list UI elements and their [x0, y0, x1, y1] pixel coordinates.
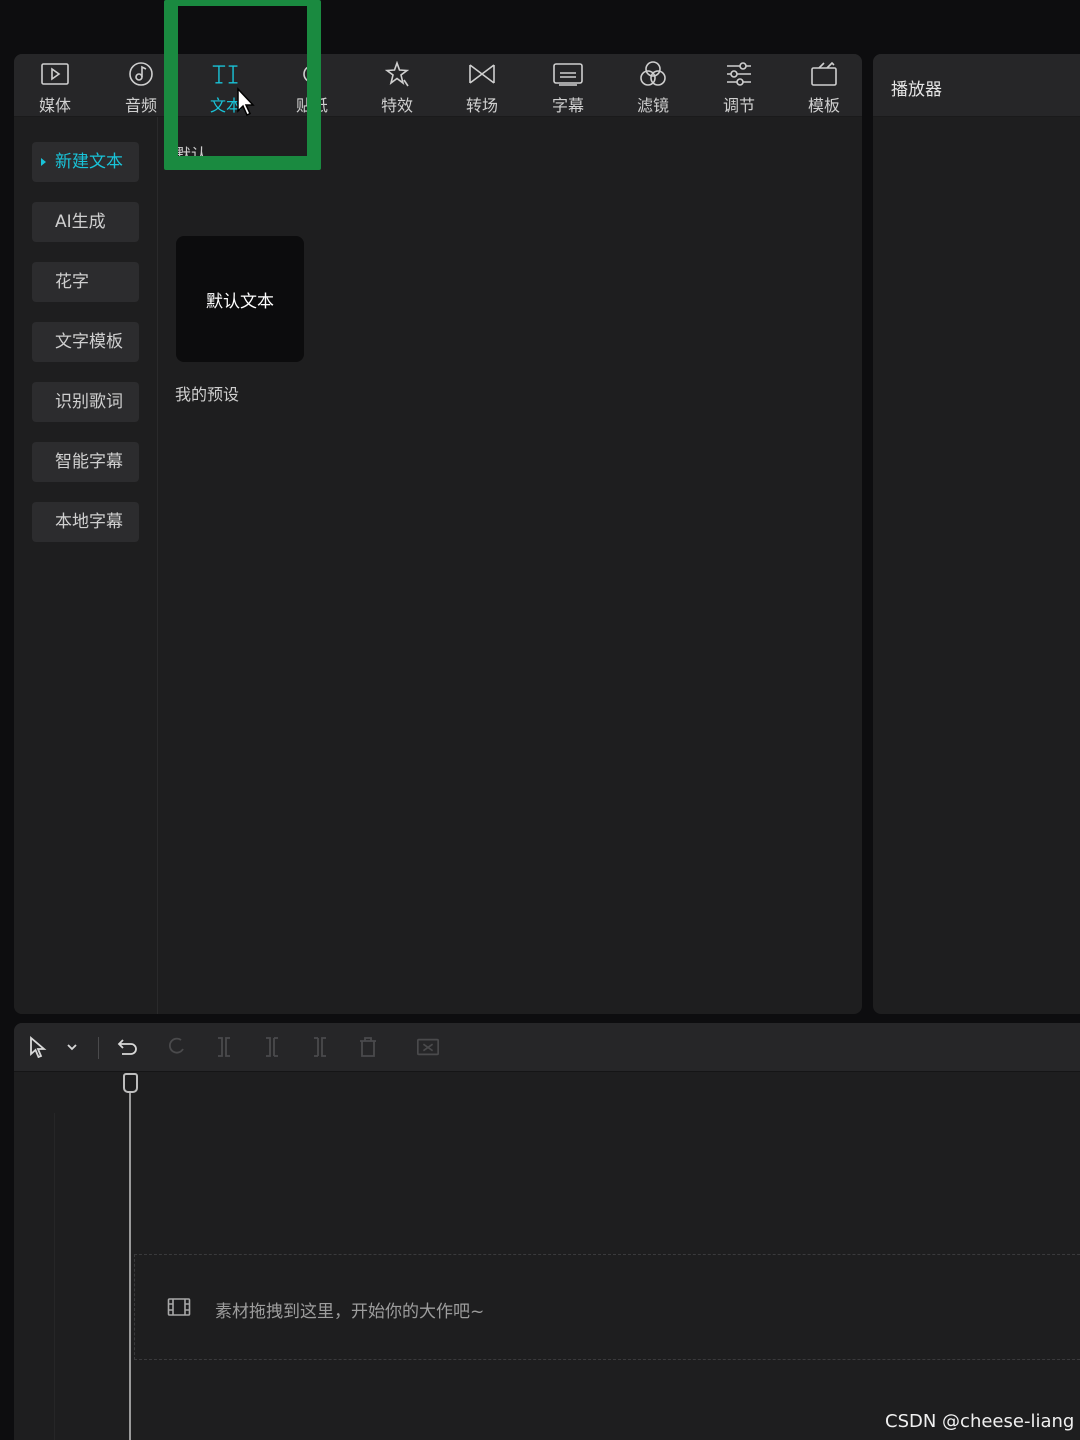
- chevron-down-icon: [67, 1044, 77, 1051]
- tab-subtitle[interactable]: 字幕: [533, 54, 603, 116]
- playhead-handle[interactable]: [123, 1073, 138, 1093]
- subnav-smart-subtitle[interactable]: 智能字幕: [32, 442, 139, 482]
- select-tool-button[interactable]: [26, 1035, 50, 1059]
- highlight-annotation-box: [164, 0, 321, 170]
- transition-bowtie-icon: [467, 60, 497, 88]
- effects-star-icon: [382, 60, 412, 88]
- subnav-local-subtitle-label: 本地字幕: [55, 512, 123, 532]
- pointer-arrow-icon: [30, 1036, 47, 1058]
- split-left-button[interactable]: [260, 1035, 284, 1059]
- mouse-cursor-icon: [236, 87, 256, 121]
- drop-hint-text: 素材拖拽到这里，开始你的大作吧~: [215, 1302, 485, 1322]
- subnav-fancy-text-label: 花字: [55, 272, 89, 292]
- tab-effects-label: 特效: [380, 96, 413, 115]
- adjust-sliders-icon: [724, 60, 754, 88]
- subnav-smart-subtitle-label: 智能字幕: [55, 452, 123, 472]
- resource-toolbar: 媒体 音频 文本 贴纸 特效 转场 字幕 滤镜 调节 模板: [14, 54, 862, 117]
- subnav-recognize-lyrics-label: 识别歌词: [55, 392, 123, 412]
- subnav-new-text-label: 新建文本: [55, 152, 123, 172]
- subnav-ai-generate-label: AI生成: [55, 212, 106, 232]
- split-right-button[interactable]: [308, 1035, 332, 1059]
- my-presets-label: 我的预设: [175, 385, 240, 404]
- split-icon: [218, 1037, 230, 1057]
- tab-filter[interactable]: 滤镜: [618, 54, 688, 116]
- player-title: 播放器: [891, 80, 942, 100]
- timeline-panel: 素材拖拽到这里，开始你的大作吧~: [14, 1023, 1080, 1440]
- subnav-new-text[interactable]: 新建文本: [32, 142, 139, 182]
- redo-icon: [168, 1037, 184, 1054]
- film-strip-icon: [167, 1297, 191, 1321]
- split-button[interactable]: [212, 1035, 236, 1059]
- text-subnav: 新建文本 AI生成 花字 文字模板 识别歌词 智能字幕 本地字幕: [14, 117, 158, 1014]
- delete-button[interactable]: [356, 1035, 380, 1059]
- tab-template-label: 模板: [807, 96, 840, 115]
- playhead-line[interactable]: [129, 1083, 131, 1440]
- subnav-recognize-lyrics[interactable]: 识别歌词: [32, 382, 139, 422]
- caret-right-icon: [41, 158, 46, 166]
- subnav-text-template[interactable]: 文字模板: [32, 322, 139, 362]
- template-icon: [809, 60, 839, 88]
- media-play-icon: [40, 60, 70, 88]
- select-tool-dropdown[interactable]: [60, 1035, 84, 1059]
- tab-media-label: 媒体: [38, 96, 71, 115]
- player-panel: 播放器: [873, 54, 1080, 1014]
- resource-panel: 媒体 音频 文本 贴纸 特效 转场 字幕 滤镜 调节 模板 新建文本 AI生成 …: [14, 54, 862, 1014]
- tab-transition[interactable]: 转场: [447, 54, 517, 116]
- trash-icon: [360, 1037, 376, 1057]
- top-bar: [0, 0, 1080, 54]
- timeline-drop-zone[interactable]: 素材拖拽到这里，开始你的大作吧~: [134, 1254, 1080, 1360]
- tab-subtitle-label: 字幕: [551, 96, 584, 115]
- subtitle-icon: [553, 60, 583, 88]
- timeline-toolbar: [14, 1023, 1080, 1072]
- tab-media[interactable]: 媒体: [20, 54, 90, 116]
- player-header: 播放器: [873, 54, 1080, 117]
- freeze-frame-icon: [417, 1038, 439, 1056]
- split-left-icon: [266, 1037, 278, 1057]
- undo-icon: [117, 1039, 137, 1055]
- tab-effects[interactable]: 特效: [362, 54, 432, 116]
- tab-adjust[interactable]: 调节: [704, 54, 774, 116]
- subnav-text-template-label: 文字模板: [55, 332, 123, 352]
- default-text-card-label: 默认文本: [206, 291, 274, 312]
- undo-button[interactable]: [116, 1035, 140, 1059]
- tab-adjust-label: 调节: [722, 96, 755, 115]
- track-header-edge: [54, 1113, 55, 1440]
- tab-filter-label: 滤镜: [636, 96, 669, 115]
- toolbar-divider: [98, 1037, 99, 1059]
- subnav-ai-generate[interactable]: AI生成: [32, 202, 139, 242]
- filter-circles-icon: [638, 60, 668, 88]
- tab-template[interactable]: 模板: [789, 54, 859, 116]
- subnav-local-subtitle[interactable]: 本地字幕: [32, 502, 139, 542]
- audio-note-icon: [126, 60, 156, 88]
- split-right-icon: [314, 1037, 326, 1057]
- tab-transition-label: 转场: [465, 96, 498, 115]
- tab-audio-label: 音频: [124, 96, 157, 115]
- text-content-area: 默认 默认文本 我的预设: [159, 117, 862, 1014]
- subnav-fancy-text[interactable]: 花字: [32, 262, 139, 302]
- redo-button[interactable]: [164, 1035, 188, 1059]
- freeze-frame-button[interactable]: [416, 1035, 440, 1059]
- default-text-card[interactable]: 默认文本: [176, 236, 304, 362]
- watermark-text: CSDN @cheese-liang: [885, 1411, 1075, 1432]
